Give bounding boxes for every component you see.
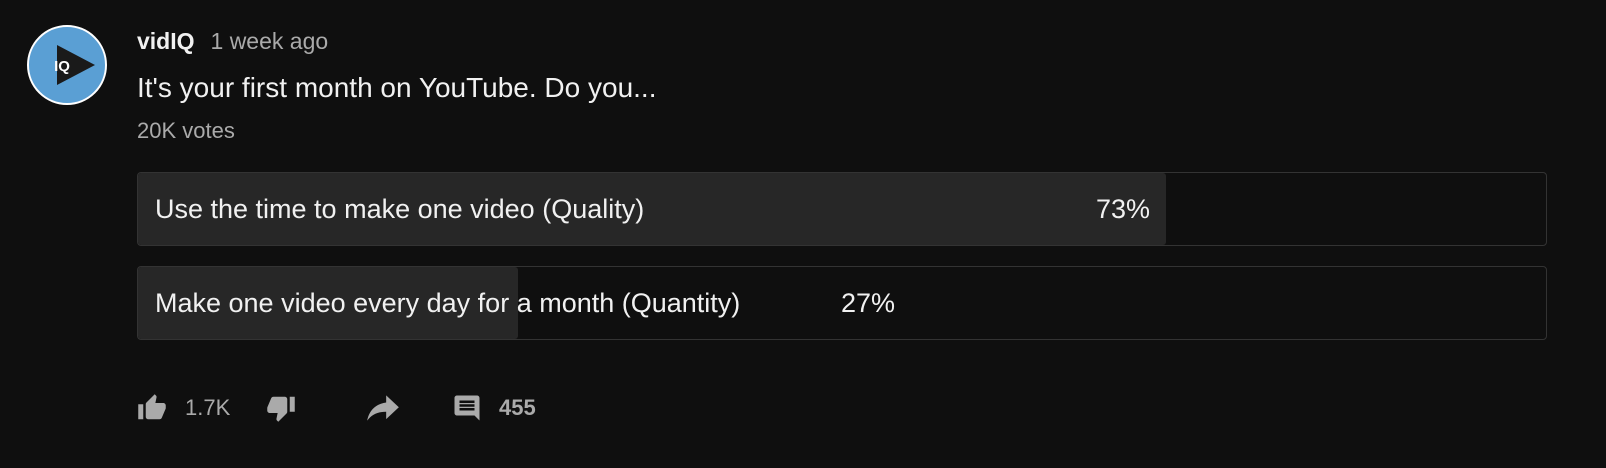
poll-option-label: Use the time to make one video (Quality) bbox=[155, 193, 645, 224]
poll-option-percent: 27% bbox=[841, 287, 896, 318]
thumb-up-icon bbox=[138, 394, 166, 420]
poll-option-quantity[interactable]: Make one video every day for a month (Qu… bbox=[137, 266, 1547, 340]
share-icon bbox=[367, 395, 399, 421]
post-header: vidIQ 1 week ago bbox=[137, 28, 328, 55]
like-count-wrap: 1.7K bbox=[185, 389, 230, 427]
comment-count-wrap: 455 bbox=[499, 389, 536, 427]
poll-option-percent: 73% bbox=[1096, 193, 1151, 224]
like-button[interactable] bbox=[137, 389, 167, 427]
like-count: 1.7K bbox=[185, 395, 231, 420]
channel-avatar[interactable]: IQ bbox=[27, 25, 107, 105]
post-text: It's your first month on YouTube. Do you… bbox=[137, 72, 657, 103]
post-timestamp[interactable]: 1 week ago bbox=[211, 28, 329, 55]
dislike-button[interactable] bbox=[266, 389, 296, 427]
comment-count: 455 bbox=[499, 395, 536, 420]
comment-button[interactable] bbox=[452, 389, 482, 427]
share-button[interactable] bbox=[362, 389, 404, 427]
avatar-logo-text: IQ bbox=[54, 58, 70, 75]
poll-option-quality[interactable]: Use the time to make one video (Quality)… bbox=[137, 172, 1547, 246]
poll-option-label: Make one video every day for a month (Qu… bbox=[155, 287, 741, 318]
comment-icon bbox=[454, 395, 480, 421]
thumb-down-icon bbox=[267, 396, 295, 422]
channel-name-link[interactable]: vidIQ bbox=[137, 28, 195, 55]
vote-count: 20K votes bbox=[137, 118, 235, 143]
